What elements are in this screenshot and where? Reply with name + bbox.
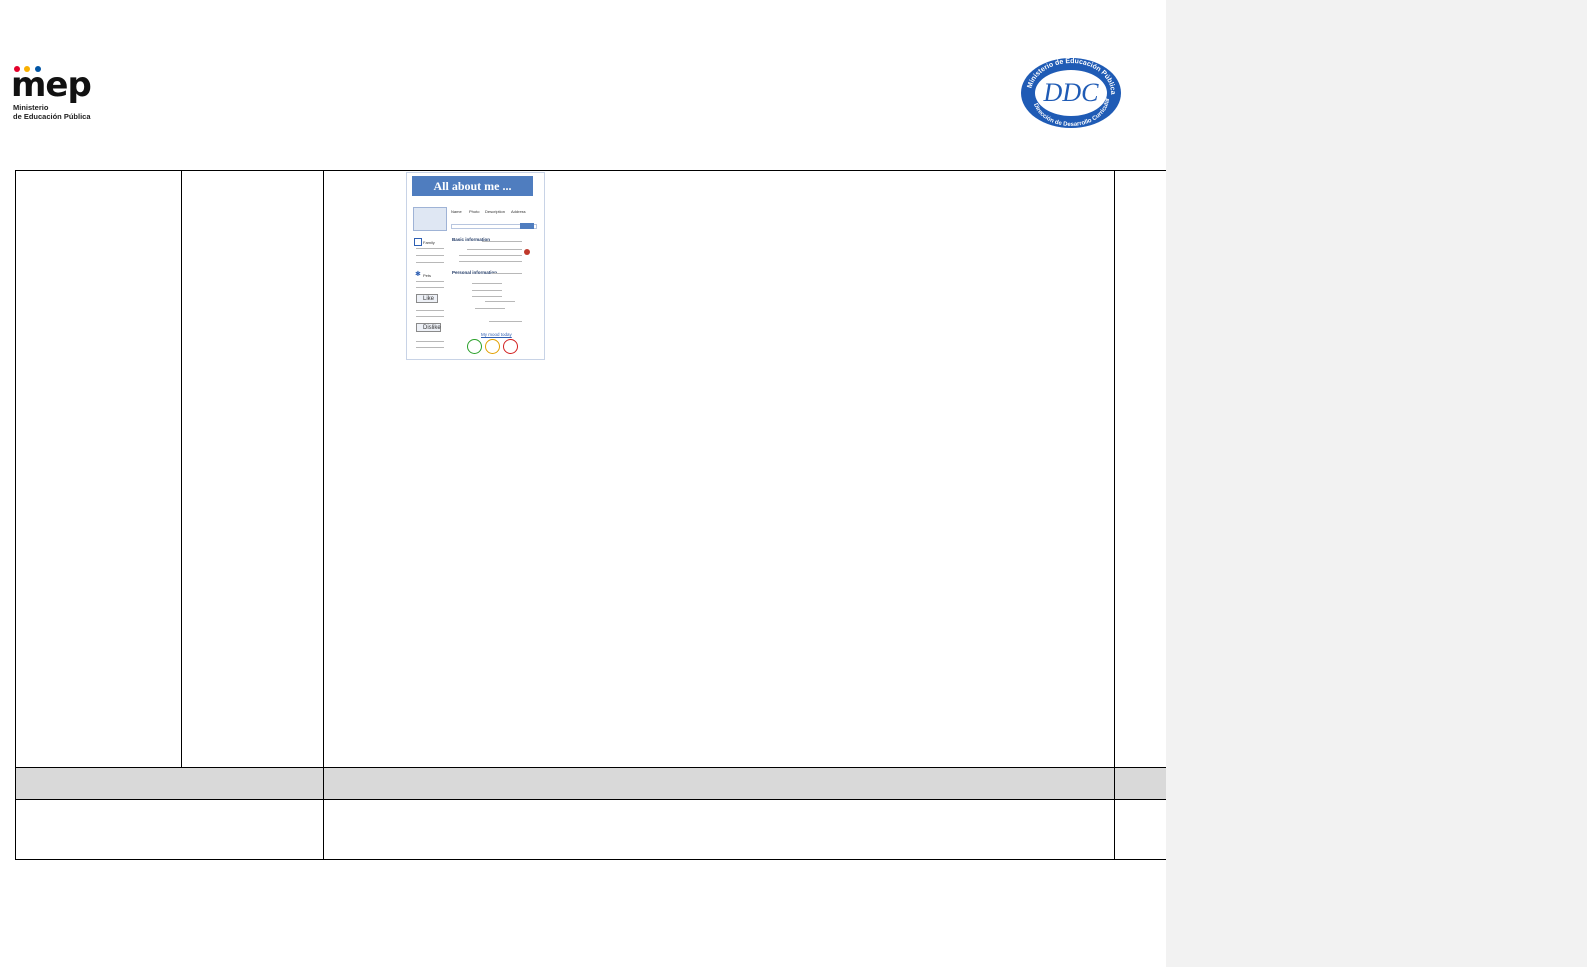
worksheet-blank-line	[416, 341, 444, 342]
worksheet-blank-line	[416, 316, 444, 317]
table-cell-r1c2	[181, 170, 324, 768]
svg-text:DDC: DDC	[1043, 78, 1100, 107]
worksheet-blank-line	[416, 281, 444, 282]
worksheet-side-label-family: Family	[423, 240, 435, 245]
mep-subtitle: Ministerio de Educación Pública	[13, 103, 91, 121]
worksheet-nav-item-1: Name	[451, 209, 462, 214]
ddc-seal-graphic: Ministerio de Educación Pública Direcció…	[1021, 58, 1121, 128]
worksheet-blank-line	[459, 261, 522, 262]
worksheet-blank-line	[416, 347, 444, 348]
map-pin-icon	[524, 249, 530, 255]
worksheet-blank-line	[416, 248, 444, 249]
table-cell-r1c1	[15, 170, 182, 768]
worksheet-blank-line	[416, 310, 444, 311]
table-cell-r3c1	[15, 799, 324, 860]
worksheet-blank-line	[475, 308, 505, 309]
worksheet-blank-line	[416, 255, 444, 256]
worksheet-blank-line	[489, 321, 522, 322]
worksheet-dislike-button: Dislike	[416, 323, 441, 332]
worksheet-blank-line	[416, 262, 444, 263]
profile-photo-placeholder-icon	[413, 207, 447, 231]
all-about-me-worksheet-image[interactable]: All about me ... Name Photo Description …	[406, 172, 545, 360]
table-header-cell-2	[323, 767, 1115, 800]
table-header-cell-1	[15, 767, 324, 800]
document-page: mep Ministerio de Educación Pública Mini…	[0, 0, 1191, 967]
worksheet-blank-line	[416, 287, 444, 288]
mep-wordmark: mep	[11, 65, 92, 105]
worksheet-section-personal: Personal information	[452, 270, 498, 275]
worksheet-blank-line	[472, 296, 502, 297]
happy-face-icon	[467, 339, 482, 354]
worksheet-like-button: Like	[416, 294, 438, 303]
table-cell-r3c2	[323, 799, 1115, 860]
calendar-icon	[414, 238, 422, 246]
worksheet-mood-prompt: My mood today	[481, 332, 512, 337]
worksheet-title: All about me ...	[412, 176, 533, 196]
comment-margin-pane	[1166, 0, 1587, 967]
worksheet-blank-line	[492, 273, 522, 274]
sad-face-icon	[503, 339, 518, 354]
paw-icon: ✱	[415, 271, 421, 278]
worksheet-nav-item-2: Photo	[469, 209, 480, 214]
neutral-face-icon	[485, 339, 500, 354]
worksheet-nav-item-3: Description	[485, 209, 506, 214]
worksheet-blank-line	[472, 283, 502, 284]
worksheet-nav-item-4: Address	[511, 209, 526, 214]
worksheet-blank-line	[485, 301, 515, 302]
mep-subtitle-line2: de Educación Pública	[13, 111, 91, 121]
worksheet-side-label-pets: Pets	[423, 273, 432, 278]
worksheet-search-button	[520, 223, 534, 229]
worksheet-blank-line	[467, 249, 522, 250]
worksheet-blank-line	[482, 241, 522, 242]
mep-logo: mep Ministerio de Educación Pública	[11, 66, 101, 124]
lesson-plan-table	[15, 170, 1191, 867]
worksheet-blank-line	[459, 255, 522, 256]
ddc-seal-logo: Ministerio de Educación Pública Direcció…	[1019, 56, 1123, 131]
worksheet-blank-line	[472, 290, 502, 291]
